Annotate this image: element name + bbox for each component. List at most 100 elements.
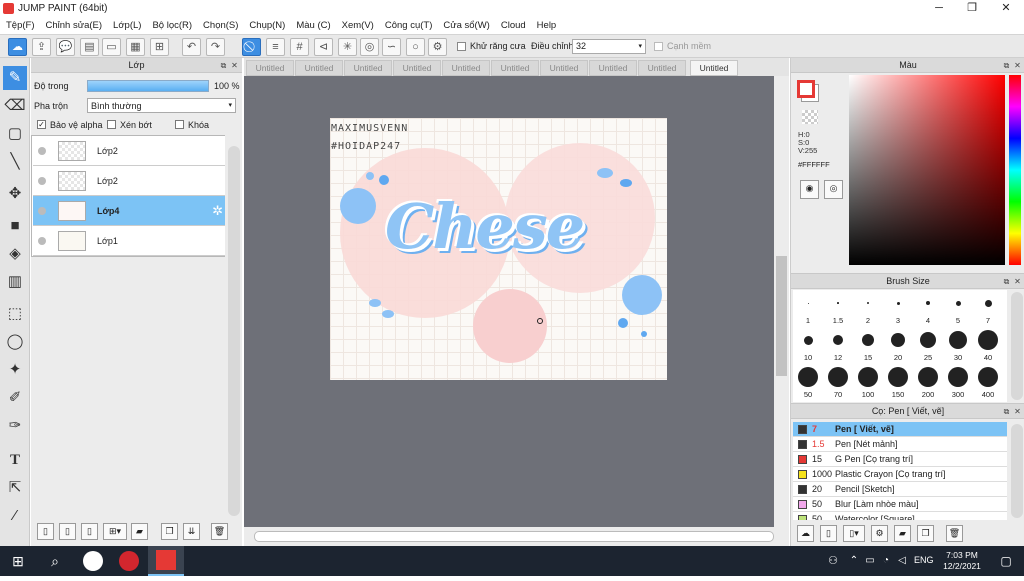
brush-size-cell[interactable]: 100	[853, 364, 883, 401]
vanishing-point-icon[interactable]: ⊲	[314, 38, 333, 56]
soft-edge-checkbox[interactable]	[654, 42, 663, 51]
brush-size-cell[interactable]: 15	[853, 327, 883, 364]
brush-item[interactable]: 15 G Pen [Cọ trang trí]	[793, 452, 1007, 467]
brush-duplicate-icon[interactable]: ❐	[917, 525, 934, 542]
brush-item[interactable]: 1000 Plastic Crayon [Cọ trang trí]	[793, 467, 1007, 482]
document-tab[interactable]: Untitled	[540, 60, 588, 76]
visibility-icon[interactable]	[38, 237, 46, 245]
panel-close-icon[interactable]: ✕	[1013, 277, 1022, 286]
gradient-tool-icon[interactable]: ▥	[3, 270, 27, 294]
volume-icon[interactable]: ◁	[894, 546, 910, 576]
document-tab[interactable]: Untitled	[295, 60, 343, 76]
brush-trash-icon[interactable]: 🗑	[946, 525, 963, 542]
brush-size-cell[interactable]: 25	[913, 327, 943, 364]
lasso-tool-icon[interactable]: ◯	[3, 330, 27, 354]
lock-checkbox[interactable]	[175, 120, 184, 129]
undo-icon[interactable]: ↶	[182, 38, 201, 56]
brush-size-cell[interactable]: 400	[973, 364, 1003, 401]
search-icon[interactable]: ⌕	[37, 546, 73, 576]
rect-select-tool-icon[interactable]: ⬚	[3, 302, 27, 326]
eraser-tool-icon[interactable]: ⌫	[3, 94, 27, 118]
document-tab[interactable]: Untitled	[491, 60, 539, 76]
menu-capture[interactable]: Chụp(N)	[249, 17, 285, 34]
menu-view[interactable]: Xem(V)	[342, 17, 374, 34]
visibility-icon[interactable]	[38, 207, 46, 215]
panel-close-icon[interactable]: ✕	[1013, 61, 1022, 70]
parallel-lines-icon[interactable]: ≡	[266, 38, 285, 56]
panel-float-icon[interactable]: ⧉	[1002, 61, 1011, 70]
layer-item[interactable]: Lớp1	[33, 226, 225, 256]
operation-tool-icon[interactable]: ⇱	[3, 476, 27, 500]
people-icon[interactable]: ⚇	[822, 546, 844, 576]
document-tab[interactable]: Untitled	[344, 60, 392, 76]
layer-item[interactable]: Lớp2	[33, 166, 225, 196]
document-tab[interactable]: Untitled	[442, 60, 490, 76]
visibility-icon[interactable]	[38, 147, 46, 155]
snap-off-icon[interactable]: ⃠	[242, 38, 261, 56]
folder-icon[interactable]: ▰	[131, 523, 148, 540]
brush-item[interactable]: 20 Pencil [Sketch]	[793, 482, 1007, 497]
palette-icon[interactable]: ◉	[800, 180, 819, 199]
protect-alpha-checkbox[interactable]: ✓	[37, 120, 46, 129]
panel-float-icon[interactable]: ⧉	[219, 61, 228, 70]
trash-icon[interactable]: 🗑	[211, 523, 228, 540]
blend-select[interactable]: Bình thường ▾	[87, 98, 236, 113]
export-icon[interactable]: ⇪	[32, 38, 51, 56]
page-icon[interactable]: ▦	[126, 38, 145, 56]
artwork-canvas[interactable]: MAXIMUSVENN #HOIDAP247 Chese	[330, 118, 667, 380]
hue-slider[interactable]	[1009, 75, 1021, 265]
brush-menu-icon[interactable]: ▯▾	[843, 525, 865, 542]
brush-size-cell[interactable]: 40	[973, 327, 1003, 364]
layer-item-selected[interactable]: Lớp4 ✲	[33, 196, 225, 226]
text-tool-icon[interactable]: T	[3, 448, 27, 472]
move-tool-icon[interactable]: ✥	[3, 182, 27, 206]
concentric-circles-icon[interactable]: ◎	[360, 38, 379, 56]
document-tab[interactable]: Untitled	[246, 60, 294, 76]
brush-size-cell[interactable]: 1	[793, 290, 823, 327]
brush-size-cell[interactable]: 300	[943, 364, 973, 401]
redo-icon[interactable]: ↷	[206, 38, 225, 56]
jumppaint-app-icon[interactable]	[148, 546, 184, 576]
menu-tools[interactable]: Công cụ(T)	[385, 17, 433, 34]
language-indicator[interactable]: ENG	[914, 555, 934, 565]
menu-file[interactable]: Tệp(F)	[6, 17, 35, 34]
brush-list-scrollbar[interactable]	[1011, 424, 1023, 518]
palette-edit-icon[interactable]: ◎	[824, 180, 843, 199]
brush-settings-icon[interactable]: ⚙	[871, 525, 888, 542]
panel-close-icon[interactable]: ✕	[1013, 407, 1022, 416]
radial-lines-icon[interactable]: ✳	[338, 38, 357, 56]
select-eraser-tool-icon[interactable]: ✑	[3, 414, 27, 438]
brush-item[interactable]: 50 Watercolor [Square]	[793, 512, 1007, 520]
brush-item[interactable]: 7 Pen [ Viết, vẽ]	[793, 422, 1007, 437]
merge-layer-icon[interactable]: ⇊	[183, 523, 200, 540]
brush-size-cell[interactable]: 5	[943, 290, 973, 327]
clip-checkbox[interactable]	[107, 120, 116, 129]
brush-size-cell[interactable]: 20	[883, 327, 913, 364]
brush-size-scrollbar[interactable]	[1011, 292, 1023, 400]
document-icon[interactable]: ▭	[102, 38, 121, 56]
maximize-button[interactable]: ❐	[955, 0, 989, 17]
opacity-slider[interactable]	[87, 80, 209, 92]
wifi-icon[interactable]: ◔	[878, 546, 894, 576]
primary-color-swatch[interactable]	[797, 80, 815, 98]
menu-edit[interactable]: Chỉnh sửa(E)	[46, 17, 103, 34]
brush-size-cell[interactable]: 10	[793, 327, 823, 364]
brush-size-cell[interactable]: 50	[793, 364, 823, 401]
new-1bit-layer-icon[interactable]: ▯	[81, 523, 98, 540]
caption-icon[interactable]: ▤	[80, 38, 99, 56]
layer-scrollbar[interactable]	[228, 146, 240, 516]
gear-icon[interactable]: ✲	[212, 203, 223, 219]
document-tab[interactable]: Untitled	[638, 60, 686, 76]
brush-size-cell[interactable]: 150	[883, 364, 913, 401]
menu-select[interactable]: Chọn(S)	[203, 17, 238, 34]
brush-size-cell[interactable]: 1.5	[823, 290, 853, 327]
menu-filter[interactable]: Bộ lọc(R)	[152, 17, 192, 34]
vertical-scrollbar[interactable]	[774, 76, 789, 527]
brush-size-cell[interactable]: 30	[943, 327, 973, 364]
brush-item[interactable]: 1.5 Pen [Nét mảnh]	[793, 437, 1007, 452]
panel-close-icon[interactable]: ✕	[230, 61, 239, 70]
line-tool-icon[interactable]: ╲	[3, 150, 27, 174]
brush-size-cell[interactable]: 7	[973, 290, 1003, 327]
opera-app-icon[interactable]	[111, 546, 147, 576]
speech-bubble-icon[interactable]: 💬	[56, 38, 75, 56]
